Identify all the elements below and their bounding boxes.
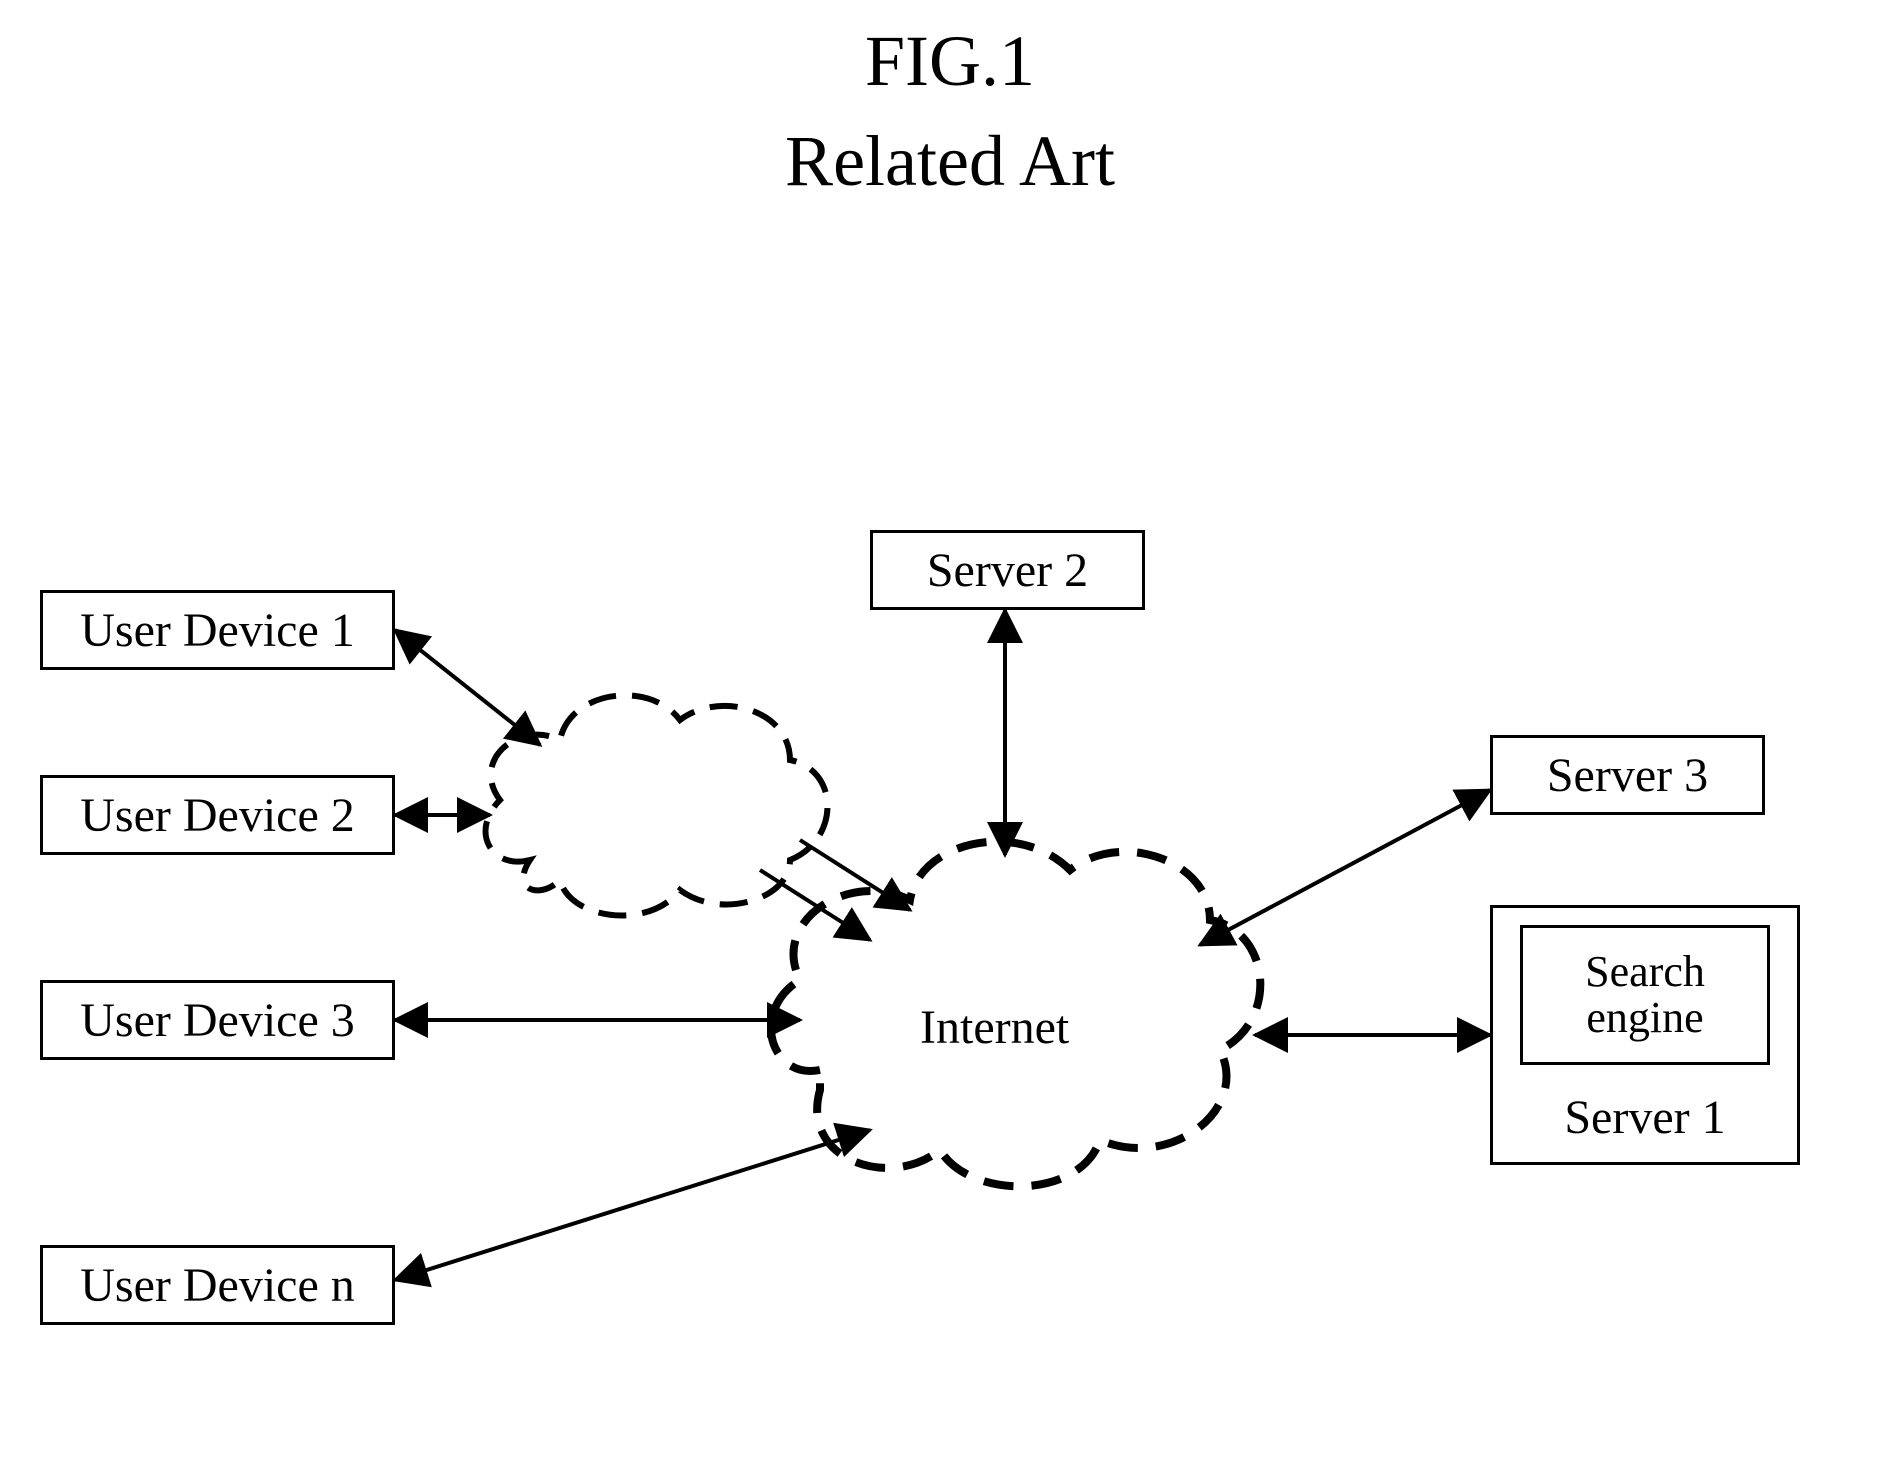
server-3-label: Server 3 [1547,748,1708,803]
arrow-udn-internet [395,1130,870,1280]
server-2-label: Server 2 [927,543,1088,598]
user-device-3-box: User Device 3 [40,980,395,1060]
user-device-3-label: User Device 3 [80,993,355,1048]
arrow-smallcloud-internet-1 [760,870,870,940]
user-device-n-label: User Device n [80,1258,355,1313]
user-device-1-box: User Device 1 [40,590,395,670]
arrow-ud1-smallcloud [395,630,540,745]
server-1-label: Server 1 [1540,1090,1750,1145]
user-device-2-label: User Device 2 [80,788,355,843]
figure-caption: Related Art [0,120,1900,203]
user-device-2-box: User Device 2 [40,775,395,855]
search-engine-label: Search engine [1585,949,1705,1041]
arrow-smallcloud-internet-2 [800,840,910,910]
figure-number: FIG.1 [0,20,1900,103]
small-cloud-icon [486,695,828,915]
search-engine-box: Search engine [1520,925,1770,1065]
user-device-1-label: User Device 1 [80,603,355,658]
server-3-box: Server 3 [1490,735,1765,815]
user-device-n-box: User Device n [40,1245,395,1325]
server-2-box: Server 2 [870,530,1145,610]
arrow-s3-internet [1200,790,1490,945]
internet-label: Internet [920,1000,1069,1055]
diagram-stage: FIG.1 Related Art [0,0,1900,1476]
